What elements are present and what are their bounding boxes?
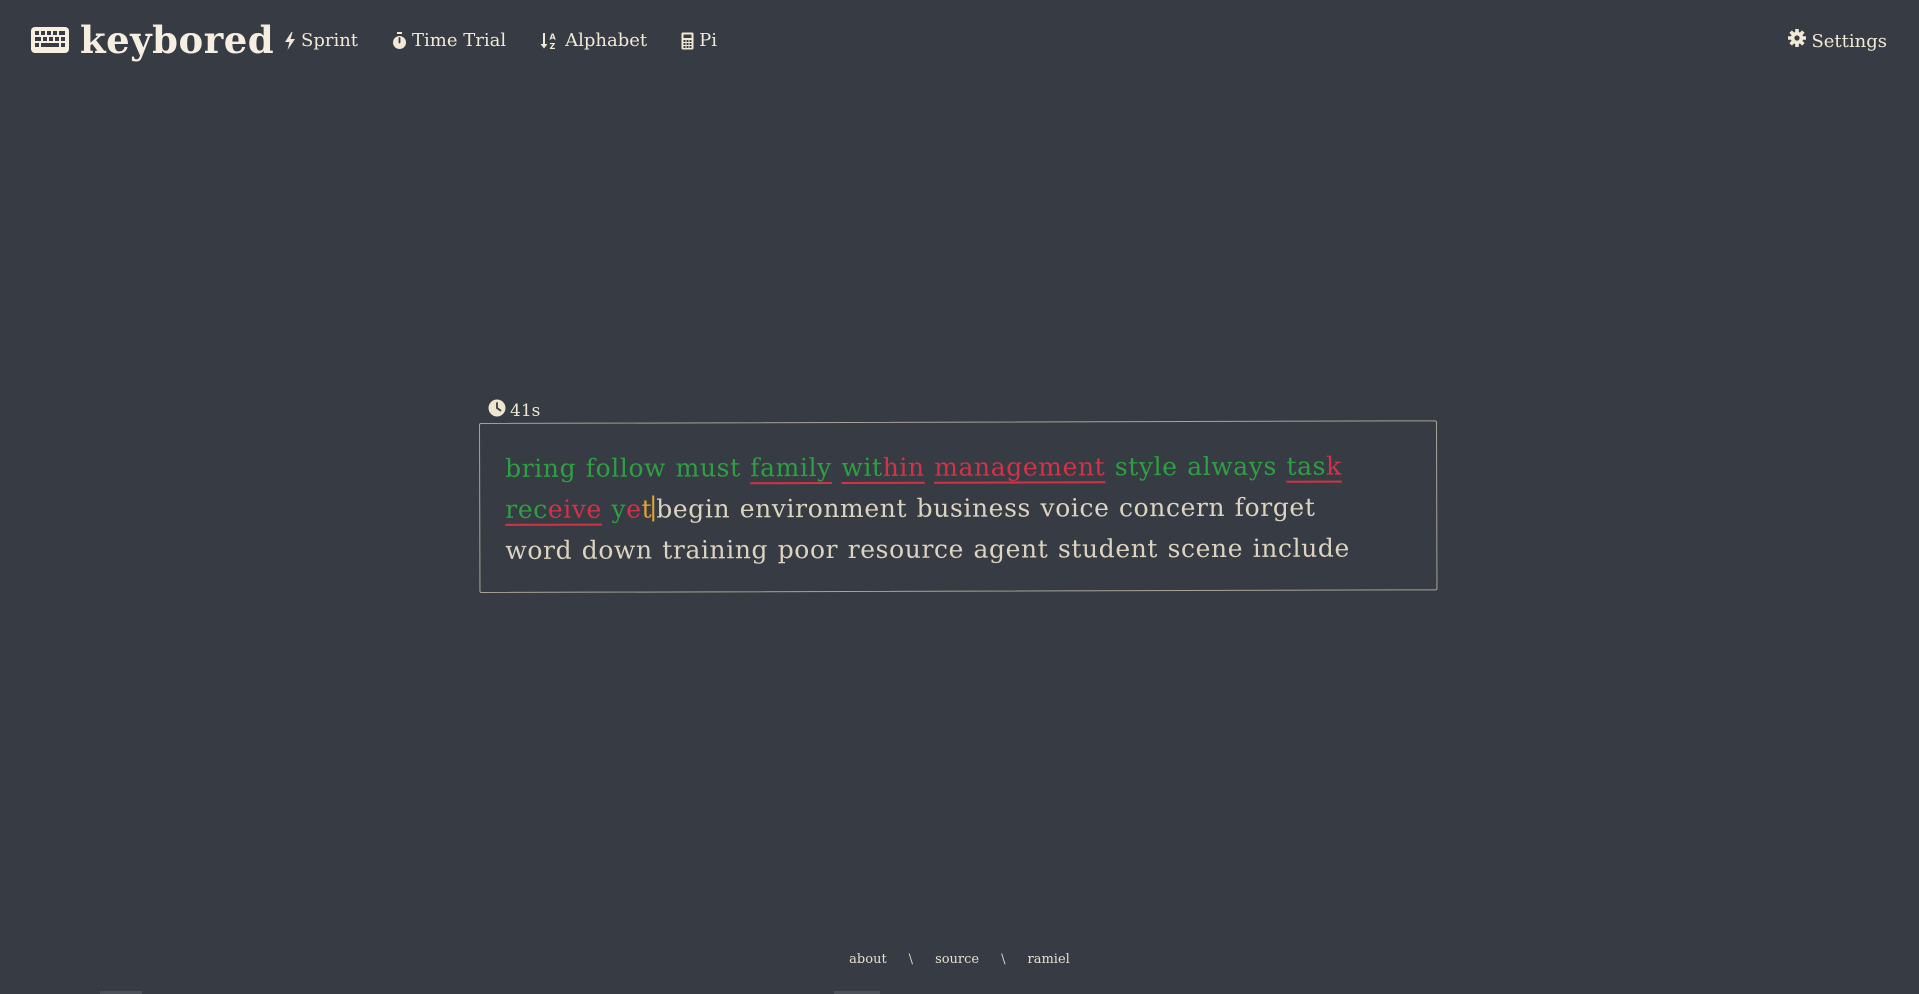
bolt-icon	[284, 32, 296, 50]
word-segment: eive	[547, 494, 602, 524]
word: training	[662, 535, 769, 565]
timer-value: 41s	[510, 400, 541, 421]
nav-item-alphabet[interactable]: A Z Alphabet	[540, 29, 647, 53]
word: forget	[1234, 492, 1316, 522]
nav-item-label: Time Trial	[412, 30, 507, 51]
word-segment: rec	[505, 494, 548, 524]
word: concern	[1118, 492, 1226, 523]
word: style	[1114, 452, 1178, 482]
nav-item-label: Alphabet	[565, 30, 648, 51]
footer-separator: \	[908, 952, 914, 967]
word-line: bring follow must family within manageme…	[505, 445, 1425, 489]
footer-link-ramiel[interactable]: ramiel	[1028, 952, 1070, 967]
svg-text:Z: Z	[550, 42, 556, 50]
brand-link[interactable]: keybored	[30, 18, 274, 62]
word: bring	[505, 453, 577, 483]
word-list: bring follow must family within manageme…	[505, 445, 1425, 571]
word: business	[916, 493, 1031, 523]
word-line: receive yet begin environment business vo…	[505, 486, 1425, 530]
word: down	[581, 535, 653, 565]
word: receive	[505, 495, 602, 524]
settings-label: Settings	[1811, 30, 1887, 52]
word: scene	[1167, 533, 1244, 564]
word: environment	[739, 493, 908, 524]
nav-item-sprint[interactable]: Sprint	[284, 29, 358, 53]
word: begin	[656, 494, 731, 524]
word: student	[1057, 534, 1159, 564]
svg-text:A: A	[550, 33, 557, 42]
nav-item-pi[interactable]: Pi	[681, 29, 717, 53]
word-segment: e	[626, 494, 642, 524]
brand-name: keybored	[80, 18, 275, 62]
nav-item-label: Sprint	[301, 30, 359, 51]
typing-area[interactable]: bring follow must family within manageme…	[479, 420, 1438, 593]
word: poor	[777, 534, 839, 565]
footer-link-source[interactable]: source	[935, 952, 979, 967]
word-segment: f	[750, 453, 761, 483]
word: family	[750, 453, 832, 482]
text-cursor	[652, 495, 655, 522]
nav-item-label: Pi	[699, 30, 717, 51]
gear-icon	[1788, 29, 1807, 54]
word: management	[934, 452, 1106, 482]
word: task	[1286, 452, 1341, 481]
sort-alpha-down-icon: A Z	[540, 32, 560, 50]
word: within	[841, 453, 924, 482]
word: resource	[847, 534, 965, 564]
word-segment: y	[611, 494, 627, 524]
footer-separator: \	[1001, 952, 1006, 967]
word: word	[505, 535, 573, 565]
navbar: keybored Sprint Time Trial A Z Alphabet …	[0, 0, 1919, 84]
word-line: word down training poor resource agent s…	[505, 527, 1425, 571]
word: agent	[973, 534, 1049, 564]
word-segment: wit	[841, 452, 883, 482]
word-segment: hin	[882, 452, 925, 482]
nav-menu: Sprint Time Trial A Z Alphabet Pi	[284, 29, 717, 53]
word-segment: tas	[1286, 451, 1327, 481]
footer-link-about[interactable]: about	[849, 952, 887, 967]
timer: 41s	[488, 399, 540, 422]
footer: about \ source \ ramiel	[0, 952, 1919, 967]
settings-button[interactable]: Settings	[1788, 29, 1887, 54]
word: always	[1187, 451, 1277, 482]
keyboard-icon	[30, 26, 70, 54]
word-segment: t	[641, 494, 653, 524]
calculator-icon	[681, 32, 694, 50]
active-word: yet	[611, 495, 652, 524]
stopwatch-icon	[392, 32, 407, 50]
word-segment: k	[1326, 451, 1342, 481]
clock-icon	[488, 399, 506, 422]
nav-item-time-trial[interactable]: Time Trial	[392, 29, 506, 53]
word: include	[1252, 533, 1350, 563]
word: follow	[585, 453, 667, 483]
word: must	[675, 453, 741, 483]
word-segment: amily	[760, 453, 832, 483]
word: voice	[1040, 493, 1110, 523]
